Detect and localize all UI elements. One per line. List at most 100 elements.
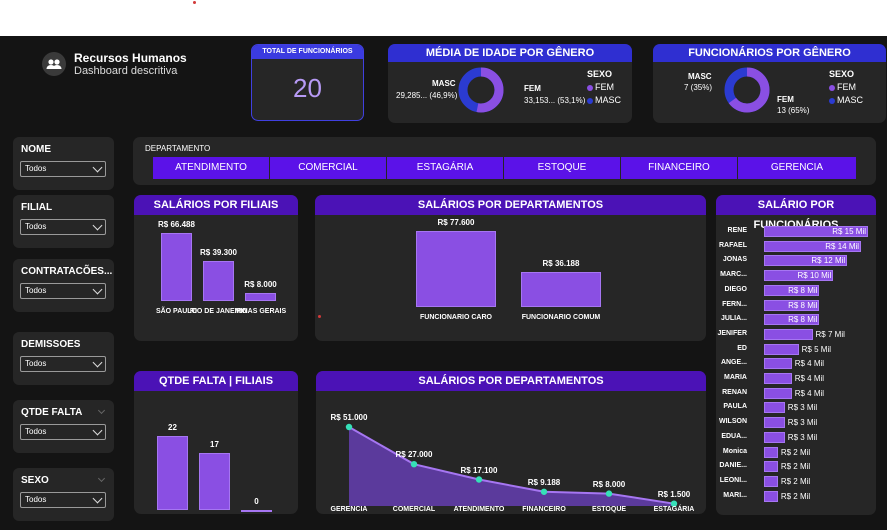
kpi-label: TOTAL DE FUNCIONÁRIOS [252, 45, 363, 59]
category-label: GERENCIA [330, 506, 368, 513]
data-label: R$ 27.000 [395, 450, 433, 460]
employee-row: ED R$ 5 Mil [716, 343, 866, 357]
data-label: R$ 4 Mil [794, 374, 825, 383]
category-label: COMERCIAL [392, 506, 436, 513]
departamento-label: DEPARTAMENTO [145, 144, 211, 153]
employee-name: ED [737, 344, 747, 352]
dashboard-canvas: Recursos Humanos Dashboard descritiva TO… [0, 36, 887, 530]
data-label: 22 [168, 423, 177, 432]
slicer-contratacoes-dropdown[interactable]: Todos [20, 283, 106, 299]
employee-name: DANIE... [719, 462, 747, 470]
slicer-qtde-falta-title: QTDE FALTA [21, 407, 83, 418]
employee-name: EDUA... [721, 432, 747, 440]
bar [764, 431, 785, 443]
red-marker [193, 1, 196, 4]
slicer-filial-dropdown[interactable]: Todos [20, 219, 106, 235]
donut-func-legend-title: SEXO [829, 69, 855, 79]
bar [161, 233, 192, 301]
employee-row: EDUA... R$ 3 Mil [716, 431, 866, 445]
data-label: R$ 5 Mil [801, 344, 831, 354]
employee-name: JONAS [722, 256, 747, 264]
slicer-filial: FILIAL Todos [13, 195, 114, 248]
area-fill [349, 427, 674, 506]
data-label: R$ 2 Mil [780, 447, 811, 457]
dep-button-financeiro[interactable]: FINANCEIRO [621, 157, 737, 179]
area-point [605, 490, 613, 497]
chevron-down-icon [92, 284, 103, 295]
donut-func-masc-value: 7 (35%) [684, 83, 713, 92]
donut-idade-fem-label: FEM [524, 84, 541, 93]
chevron-down-icon[interactable] [97, 474, 106, 483]
bar [245, 292, 276, 301]
donut-func-title: FUNCIONÁRIOS POR GÊNERO [653, 44, 886, 62]
bar [764, 328, 813, 340]
data-label: R$ 2 Mil [780, 476, 811, 486]
data-label: R$ 66.488 [158, 220, 195, 229]
employee-name: ANGE... [720, 359, 747, 367]
slicer-qtde-falta: QTDE FALTA Todos [13, 400, 114, 453]
dep-button-estoque[interactable]: ESTOQUE [504, 157, 620, 179]
donut-func-masc-label: MASC [688, 72, 712, 81]
data-label: R$ 10 Mil [797, 271, 832, 281]
bar [764, 446, 778, 458]
donut-func-chart [724, 67, 770, 113]
slicer-sexo-dropdown[interactable]: Todos [20, 492, 106, 508]
slicer-filial-title: FILIAL [21, 202, 53, 213]
data-label: R$ 36.188 [542, 258, 580, 268]
donut-idade-legend-masc: MASC [587, 95, 621, 105]
slicer-demissoes: DEMISSOES Todos [13, 332, 114, 385]
data-label: R$ 15 Mil [832, 227, 866, 236]
red-marker [318, 315, 321, 318]
data-label: R$ 2 Mil [780, 491, 811, 501]
top-white-strip [0, 0, 887, 36]
area-point [345, 423, 353, 431]
donut-func-fem-value: 13 (65%) [777, 106, 810, 115]
data-label: R$ 8.000 [592, 479, 626, 489]
dep-button-atendimento[interactable]: ATENDIMENTO [153, 157, 269, 179]
bar [764, 417, 785, 429]
slicer-qtde-falta-dropdown[interactable]: Todos [20, 424, 106, 440]
chart-salarios-departamentos-bar: SALÁRIOS POR DEPARTAMENTOS R$ 77.600 FUNC… [315, 195, 706, 341]
donut-func-legend-masc: MASC [829, 95, 863, 105]
bar [764, 358, 792, 370]
data-label: R$ 7 Mil [815, 329, 845, 339]
bar [764, 373, 792, 384]
employee-name: FERN... [722, 300, 747, 308]
data-label: R$ 8 Mil [788, 300, 818, 310]
donut-func-card: FUNCIONÁRIOS POR GÊNERO MASC 7 (35%) FEM… [653, 44, 886, 123]
data-label: R$ 14 Mil [825, 241, 860, 251]
donut-idade-chart [458, 67, 504, 113]
employee-row: DIEGO R$ 8 Mil [716, 284, 866, 298]
chart-salarios-departamentos-bar-plot: R$ 77.600 FUNCIONARIO CARO R$ 36.188 FUNCIO… [315, 215, 706, 341]
category-label: ESTOQUE [591, 506, 627, 513]
slicer-nome-dropdown[interactable]: Todos [20, 161, 106, 177]
chart-salarios-filiais-title: SALÁRIOS POR FILIAIS [134, 195, 298, 215]
slicer-demissoes-dropdown[interactable]: Todos [20, 356, 106, 372]
data-label: R$ 4 Mil [794, 359, 825, 369]
bar [764, 343, 799, 355]
employee-row: JENIFER R$ 7 Mil [716, 328, 866, 342]
dep-button-comercial[interactable]: COMERCIAL [270, 157, 386, 179]
category-label: ESTAGÁRIA [653, 506, 695, 513]
kpi-value: 20 [293, 73, 322, 103]
employee-name: LEONI... [719, 476, 747, 484]
bar [764, 387, 792, 399]
category-label: FUNCIONARIO CARO [420, 314, 492, 321]
dep-button-estagaria[interactable]: ESTAGÁRIA [387, 157, 503, 179]
employee-name: JULIA... [720, 315, 747, 323]
donut-idade-legend-title: SEXO [587, 69, 613, 79]
chart-salario-funcionarios: SALÁRIO POR FUNCIONÁRIOS RENE R$ 15 Mil RA… [716, 195, 876, 515]
employee-name: MARI... [723, 491, 747, 499]
bar [764, 475, 778, 487]
employee-row: RAFAEL R$ 14 Mil [716, 240, 866, 254]
donut-idade-masc-value: 29,285... (46,9%) [396, 91, 458, 100]
chart-salarios-departamentos-area: SALÁRIOS POR DEPARTAMENTOS R$ 51.000 GERE… [316, 371, 706, 514]
employee-row: MARC... R$ 10 Mil [716, 269, 866, 283]
dep-button-gerencia[interactable]: GERENCIA [738, 157, 856, 179]
chevron-down-icon [92, 357, 103, 368]
data-label: R$ 3 Mil [787, 418, 818, 428]
departamento-slicer: DEPARTAMENTO ATENDIMENTO COMERCIAL ESTAG… [133, 137, 876, 185]
chevron-down-icon[interactable] [97, 406, 106, 415]
bar [241, 510, 272, 512]
employee-row: FERN... R$ 8 Mil [716, 299, 866, 313]
